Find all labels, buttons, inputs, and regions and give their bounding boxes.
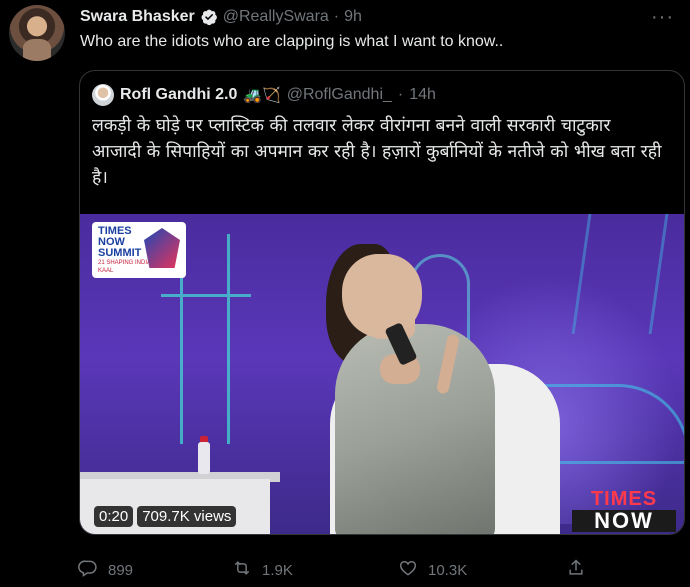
like-button[interactable]: 10.3K [398,558,467,582]
retweet-icon [232,558,252,582]
tweet-time[interactable]: 9h [344,8,362,26]
quoted-author-handle[interactable]: @RoflGandhi_ [287,86,392,104]
author-name[interactable]: Swara Bhasker [80,8,195,26]
like-count: 10.3K [428,561,468,579]
author-handle[interactable]: @ReallySwara [223,8,329,26]
video-player[interactable]: TIMES NOW SUMMIT 21 SHAPING INDIA'S AMRI… [80,214,684,534]
retweet-count: 1.9K [262,561,293,579]
reply-count: 899 [108,561,134,579]
more-options-icon[interactable]: ··· [651,6,674,29]
quoted-tweet[interactable]: Rofl Gandhi 2.0 🚜🏹 @RoflGandhi_ · 14h लक… [79,70,685,535]
quoted-author-avatar[interactable] [92,84,114,106]
quoted-tweet-text: लकड़ी के घोड़े पर प्लास्टिक की तलवार लेक… [92,116,662,188]
tweet-header: Swara Bhasker @ReallySwara · 9h [80,6,362,28]
verified-badge-icon [200,8,218,26]
share-button[interactable] [566,558,586,582]
summit-logo: TIMES NOW SUMMIT 21 SHAPING INDIA'S AMRI… [92,222,186,278]
heart-icon [398,558,418,582]
tweet-actions: 899 1.9K 10.3K [78,558,598,582]
quoted-tweet-time[interactable]: 14h [409,86,436,104]
video-views: 709.7K views [137,506,237,527]
backdrop-structure-graphic [571,214,669,334]
separator-dot: · [333,8,340,25]
quoted-author-name[interactable]: Rofl Gandhi 2.0 [120,86,237,104]
channel-watermark-bottom: NOW [572,510,676,532]
reply-icon [78,558,98,582]
water-bottle [198,442,210,474]
tweet-text: Who are the idiots who are clapping is w… [80,33,504,50]
reply-button[interactable]: 899 [78,558,133,582]
quoted-separator-dot: · [397,86,404,103]
share-icon [566,558,586,582]
quoted-author-emojis: 🚜🏹 [243,87,281,104]
video-meta: 0:20 709.7K views [94,506,237,527]
video-duration: 0:20 [94,506,134,527]
speaker-head [342,254,422,338]
tweet[interactable]: Swara Bhasker @ReallySwara · 9h ··· Who … [0,0,690,587]
channel-watermark: TIMES NOW [572,488,676,532]
author-avatar[interactable] [9,5,65,61]
retweet-button[interactable]: 1.9K [232,558,293,582]
backdrop-tower-graphic [161,234,251,444]
quoted-tweet-header: Rofl Gandhi 2.0 🚜🏹 @RoflGandhi_ · 14h [92,83,436,107]
channel-watermark-top: TIMES [590,488,658,510]
